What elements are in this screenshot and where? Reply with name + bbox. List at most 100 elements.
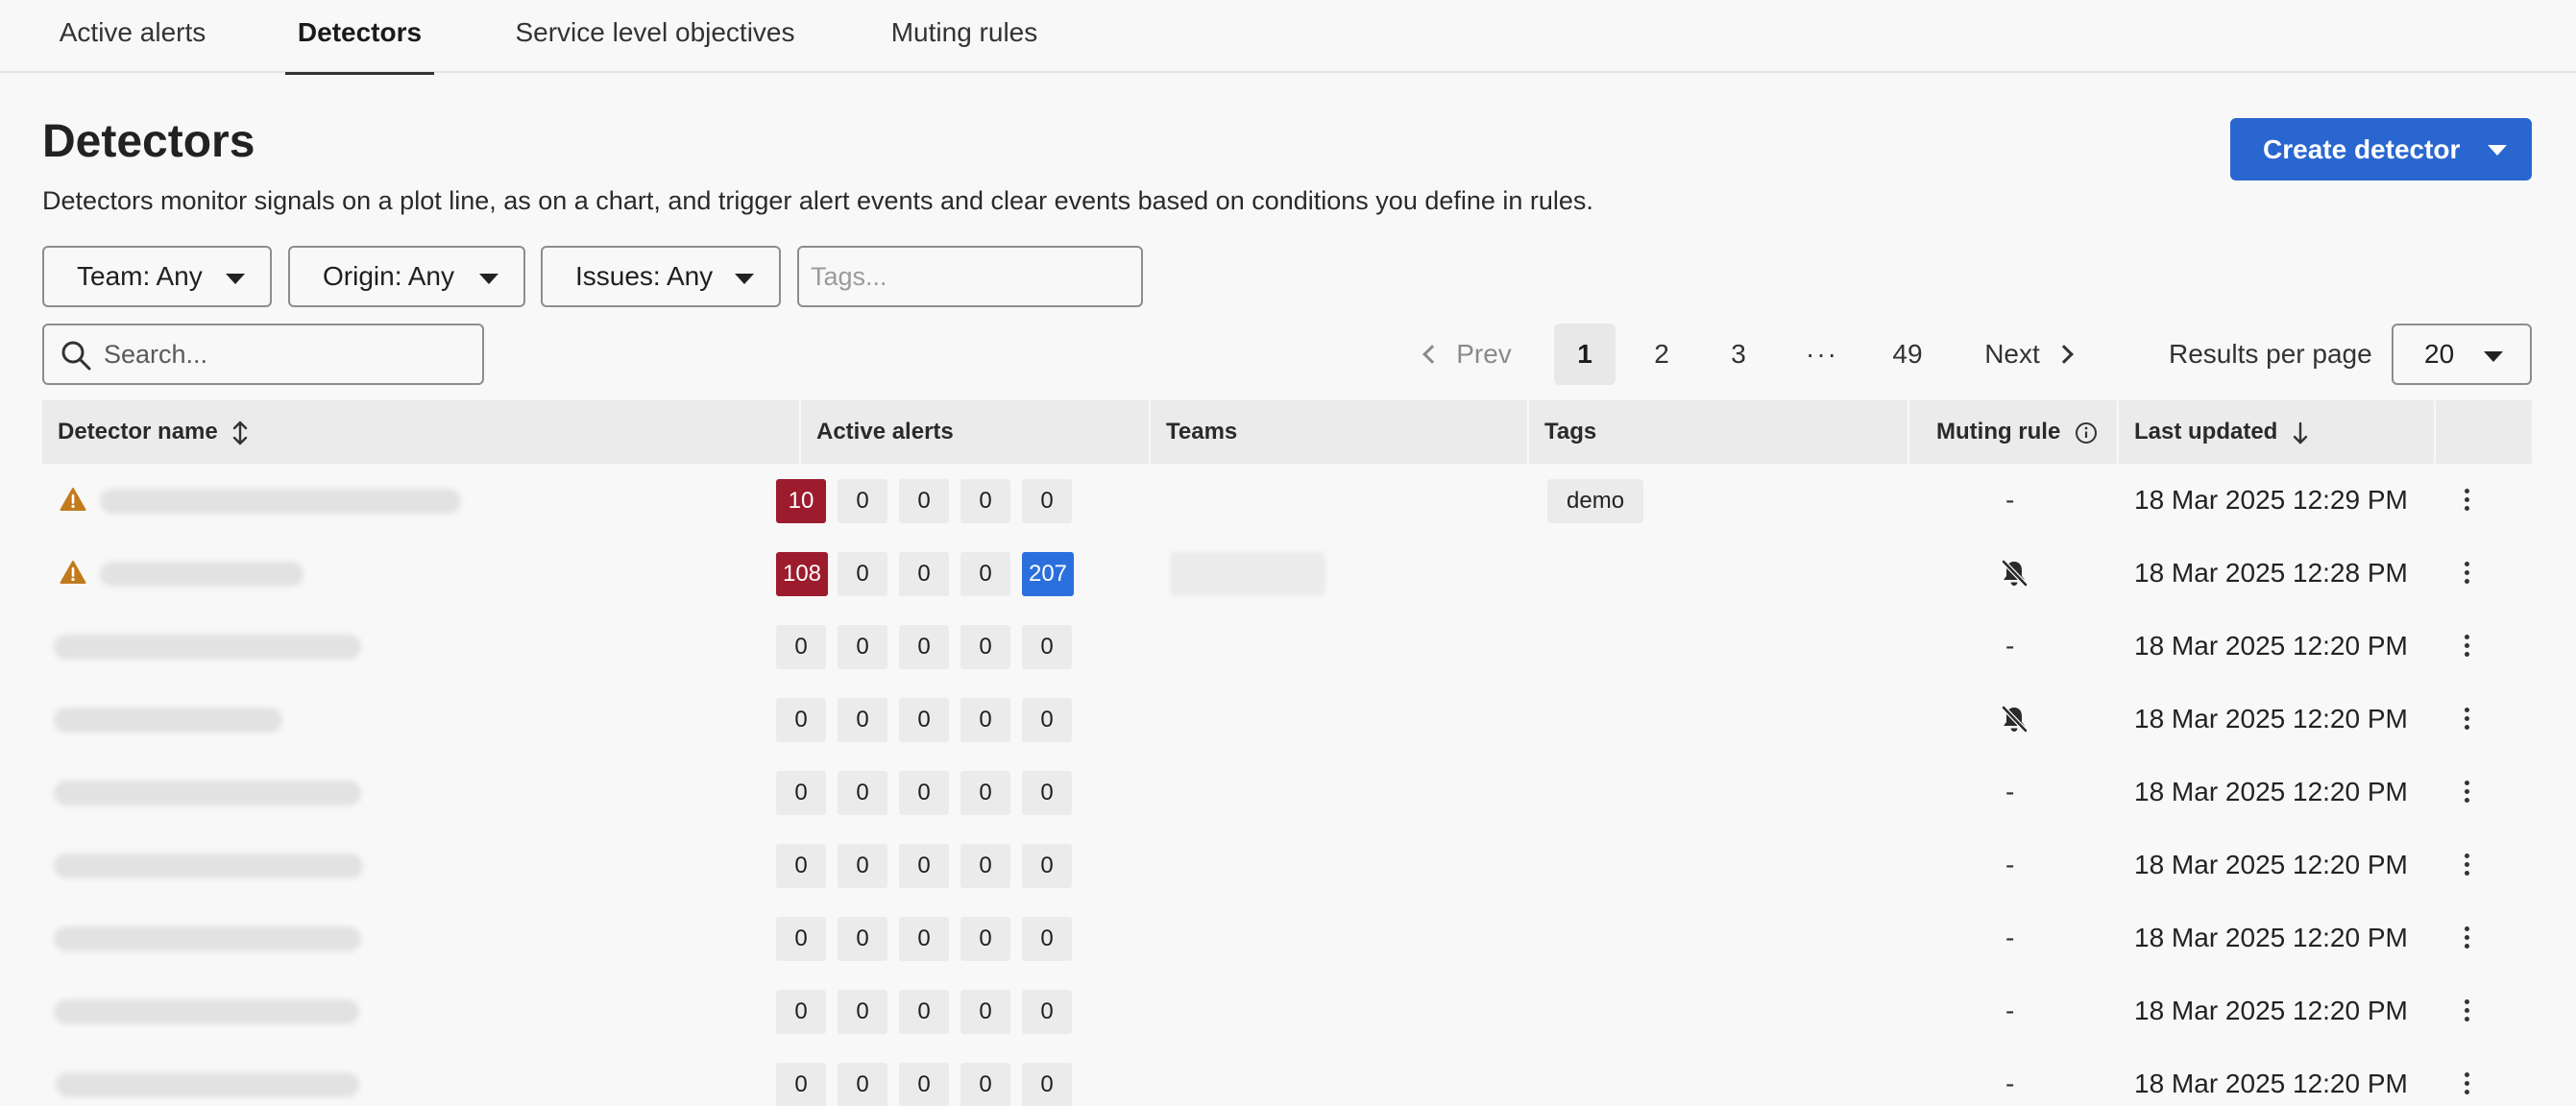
table-row[interactable]: 10 0 0 0 0 demo -18 Mar 2025 12:29 PM <box>42 464 2532 537</box>
search-input[interactable] <box>104 333 469 375</box>
tab-service-level-objectives[interactable]: Service level objectives <box>501 0 809 73</box>
alert-count: 0 <box>838 917 887 961</box>
alert-count: 0 <box>960 479 1010 523</box>
chevron-down-icon[interactable] <box>2488 145 2507 156</box>
muting-rule-value: - <box>2005 996 2015 1025</box>
pagination-ellipsis[interactable]: ··· <box>1791 324 1853 385</box>
last-updated-value: 18 Mar 2025 12:20 PM <box>2134 777 2408 806</box>
column-label: Muting rule <box>1936 419 2061 445</box>
row-actions-menu-icon[interactable] <box>2447 1067 2486 1101</box>
alert-count: 0 <box>776 771 826 815</box>
pagination-page-1[interactable]: 1 <box>1554 324 1616 385</box>
bell-off-icon[interactable] <box>2000 704 2029 734</box>
pagination-next-button[interactable]: Next <box>1975 324 2080 385</box>
results-per-page-value: 20 <box>2424 339 2455 369</box>
alert-count: 0 <box>1022 990 1072 1034</box>
detector-name-link[interactable] <box>56 1072 359 1097</box>
row-actions-menu-icon[interactable] <box>2447 483 2486 517</box>
alert-count: 0 <box>838 990 887 1034</box>
alert-count: 0 <box>899 625 949 669</box>
critical-alert-count: 10 <box>776 479 826 523</box>
chevron-right-icon <box>2054 344 2074 364</box>
column-label: Detector name <box>58 419 218 445</box>
create-detector-button[interactable]: Create detector <box>2230 118 2532 180</box>
alert-count: 0 <box>960 625 1010 669</box>
search-box[interactable] <box>42 324 484 385</box>
alert-count: 0 <box>1022 771 1072 815</box>
column-header-detector-name[interactable]: Detector name <box>42 400 801 464</box>
row-actions-menu-icon[interactable] <box>2447 702 2486 736</box>
tags-input[interactable] <box>797 246 1143 307</box>
table-header: Detector name Active alerts Teams Tags M… <box>42 400 2532 464</box>
last-updated-value: 18 Mar 2025 12:29 PM <box>2134 485 2408 515</box>
sort-icon[interactable] <box>231 421 249 445</box>
alert-count: 0 <box>776 844 826 888</box>
alert-count: 0 <box>960 771 1010 815</box>
page-title: Detectors <box>42 116 255 167</box>
column-header-teams: Teams <box>1151 400 1529 464</box>
row-actions-menu-icon[interactable] <box>2447 629 2486 663</box>
origin-filter-label: Origin: Any <box>323 261 454 291</box>
tag-chip[interactable]: demo <box>1547 479 1644 523</box>
pagination-page-49[interactable]: 49 <box>1873 324 1942 385</box>
alert-count: 0 <box>1022 844 1072 888</box>
alert-count: 0 <box>899 552 949 596</box>
row-actions-menu-icon[interactable] <box>2447 848 2486 882</box>
column-header-active-alerts: Active alerts <box>801 400 1151 464</box>
table-row[interactable]: 108 0 0 0 207 18 Mar 2025 12:28 PM <box>42 537 2532 610</box>
issues-filter-dropdown[interactable]: Issues: Any <box>541 246 781 307</box>
pagination-page-2[interactable]: 2 <box>1631 324 1692 385</box>
table-row[interactable]: 0 0 0 0 0-18 Mar 2025 12:20 PM <box>42 1047 2532 1106</box>
pagination-prev-button[interactable]: Prev <box>1416 324 1521 385</box>
team-filter-dropdown[interactable]: Team: Any <box>42 246 272 307</box>
table-row[interactable]: 0 0 0 0 0-18 Mar 2025 12:20 PM <box>42 974 2532 1047</box>
alert-count: 0 <box>899 990 949 1034</box>
info-alert-count: 207 <box>1022 552 1074 596</box>
bell-off-icon[interactable] <box>2000 558 2029 589</box>
detector-name-link[interactable] <box>54 999 359 1024</box>
detector-name-link[interactable] <box>54 926 361 951</box>
critical-alert-count: 108 <box>776 552 828 596</box>
arrow-down-icon[interactable] <box>2292 421 2309 445</box>
row-actions-menu-icon[interactable] <box>2447 556 2486 590</box>
chevron-down-icon <box>479 274 498 284</box>
last-updated-value: 18 Mar 2025 12:20 PM <box>2134 850 2408 879</box>
table-row[interactable]: 0 0 0 0 0-18 Mar 2025 12:20 PM <box>42 756 2532 829</box>
row-actions-menu-icon[interactable] <box>2447 994 2486 1028</box>
column-header-last-updated[interactable]: Last updated <box>2119 400 2436 464</box>
table-row[interactable]: 0 0 0 0 0 18 Mar 2025 12:20 PM <box>42 683 2532 756</box>
chevron-down-icon <box>735 274 754 284</box>
alert-count: 0 <box>776 698 826 742</box>
last-updated-value: 18 Mar 2025 12:20 PM <box>2134 631 2408 661</box>
alert-count: 0 <box>960 698 1010 742</box>
detector-name-link[interactable] <box>100 489 461 514</box>
team-chip[interactable] <box>1170 552 1325 596</box>
info-icon[interactable] <box>2075 421 2098 445</box>
detector-name-link[interactable] <box>100 562 304 587</box>
pagination-page-3[interactable]: 3 <box>1708 324 1769 385</box>
alert-count: 0 <box>960 552 1010 596</box>
alert-count: 0 <box>899 771 949 815</box>
tab-detectors[interactable]: Detectors <box>285 0 434 75</box>
chevron-left-icon <box>1422 344 1443 364</box>
chevron-down-icon <box>2484 351 2503 362</box>
last-updated-value: 18 Mar 2025 12:20 PM <box>2134 1069 2408 1098</box>
table-row[interactable]: 0 0 0 0 0-18 Mar 2025 12:20 PM <box>42 829 2532 902</box>
muting-rule-value: - <box>2005 485 2015 515</box>
table-row[interactable]: 0 0 0 0 0-18 Mar 2025 12:20 PM <box>42 902 2532 974</box>
column-header-actions <box>2436 400 2532 464</box>
detector-name-link[interactable] <box>54 781 361 805</box>
tab-muting-rules[interactable]: Muting rules <box>876 0 1053 73</box>
row-actions-menu-icon[interactable] <box>2447 921 2486 955</box>
detector-name-link[interactable] <box>54 708 282 733</box>
results-per-page-select[interactable]: 20 <box>2392 324 2532 385</box>
alert-count: 0 <box>776 917 826 961</box>
detector-name-link[interactable] <box>54 635 361 660</box>
tab-active-alerts[interactable]: Active alerts <box>44 0 221 73</box>
alert-count: 0 <box>1022 1063 1072 1106</box>
row-actions-menu-icon[interactable] <box>2447 775 2486 809</box>
table-row[interactable]: 0 0 0 0 0-18 Mar 2025 12:20 PM <box>42 610 2532 683</box>
alert-count: 0 <box>960 990 1010 1034</box>
origin-filter-dropdown[interactable]: Origin: Any <box>288 246 525 307</box>
detector-name-link[interactable] <box>54 854 363 878</box>
